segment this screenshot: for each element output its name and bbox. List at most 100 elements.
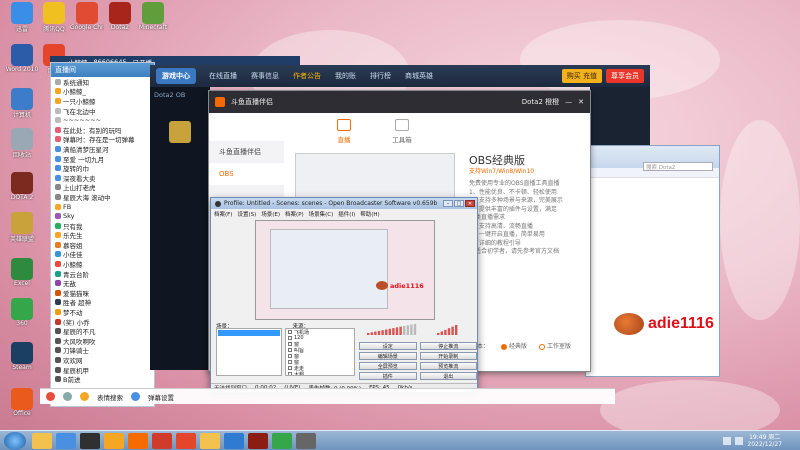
chat-list-item[interactable]: ~~~~~~~ (51, 115, 154, 125)
clock[interactable]: 19:49 周二 2022/12/27 (747, 434, 782, 448)
obs-menu-item[interactable]: 档案(P) (285, 210, 304, 218)
sources-list[interactable]: 飞机场 120 窗叫旨窗窗走走 大帽 (285, 328, 355, 376)
chat-list-item[interactable]: FB (51, 202, 154, 212)
vip-button[interactable]: 尊享会员 (606, 69, 644, 83)
chat-list-item[interactable]: 星辰的不凡 (51, 326, 154, 336)
source-checkbox[interactable] (288, 360, 292, 364)
radio-option-classic[interactable]: 经典版 (501, 341, 527, 350)
game-nav-item[interactable]: 排行榜 (363, 71, 398, 81)
chat-list-item[interactable]: 小鲸鲸 (51, 259, 154, 269)
obs-menu-item[interactable]: 场景(E) (261, 210, 280, 218)
chat-list-item[interactable]: 至爱 一切九月 (51, 154, 154, 163)
desktop-icon[interactable]: 英雄联盟 (5, 212, 39, 243)
chat-list-item[interactable]: 飞在北边中 (51, 106, 154, 115)
chat-list-item[interactable]: 胜者 超神 (51, 298, 154, 307)
obs-button[interactable]: 全屏预览 (359, 362, 417, 370)
chrome-icon[interactable] (56, 432, 76, 449)
desktop-icon[interactable]: Google Chrome (70, 2, 104, 31)
chat-list-item[interactable]: 刀锋骑士 (51, 346, 154, 355)
obs-menu-item[interactable]: 设置(S) (237, 210, 256, 218)
chat-list-item[interactable]: 星辰机甲 (51, 365, 154, 374)
chat-list-item[interactable]: 乐先生 (51, 231, 154, 240)
tab-toolbox[interactable]: 工具箱 (387, 113, 417, 153)
chat-list-item[interactable]: 在此处：有别的玩吗 (51, 125, 154, 135)
chat-list-item[interactable]: 大风吹啊吹 (51, 336, 154, 346)
chat-list-item[interactable]: 欢欢网 (51, 355, 154, 365)
app-icon[interactable] (296, 432, 316, 449)
chat-list-item[interactable]: 星辰大海 滚动中 (51, 192, 154, 202)
explorer-icon[interactable] (32, 432, 52, 449)
obs-button[interactable]: 预览推流 (419, 362, 477, 370)
emoji-icon[interactable] (80, 392, 89, 401)
chat-list-item[interactable]: (奖) 小乔 (51, 317, 154, 326)
game-nav-item[interactable]: 商城英雄 (398, 71, 440, 81)
chat-list-item[interactable]: 系统通知 (51, 77, 154, 87)
folder-icon[interactable] (200, 432, 220, 449)
network-icon[interactable] (723, 436, 732, 445)
tab-live[interactable]: 直播 (329, 113, 359, 153)
desktop-icon[interactable]: Excel (5, 258, 39, 287)
obs-button[interactable]: 停止推流 (419, 342, 477, 350)
chat-list-item[interactable]: 旋转的巾 (51, 163, 154, 173)
chatbar-item[interactable]: 表情搜索 (97, 392, 123, 402)
volume-meters[interactable] (359, 322, 477, 336)
volume-icon[interactable] (735, 436, 744, 445)
chat-list-item[interactable]: Sky (51, 211, 154, 221)
desktop-icon[interactable]: Word 2010 (5, 44, 39, 73)
chat-list-item[interactable]: 慕容姐 (51, 240, 154, 250)
obs-button[interactable]: 编辑场景 (359, 352, 417, 360)
chat-list-item[interactable]: 深夜看大卖 (51, 173, 154, 183)
obs-icon[interactable] (80, 432, 100, 449)
minimize-icon[interactable]: — (565, 98, 572, 106)
game-icon[interactable] (152, 432, 172, 449)
obs-button[interactable]: 开始录制 (419, 352, 477, 360)
gift-icon[interactable] (131, 392, 140, 401)
desktop-icon[interactable]: 计算机 (5, 88, 39, 119)
recharge-button[interactable]: 购买 充值 (561, 69, 602, 83)
source-checkbox[interactable] (288, 354, 292, 358)
desktop-icon[interactable]: Minecraft (136, 2, 170, 31)
game-nav-item[interactable]: 赛事信息 (244, 71, 286, 81)
desktop-icon[interactable]: 回收站 (5, 128, 39, 159)
desktop-icon[interactable]: 腾讯QQ (37, 2, 71, 33)
source-checkbox[interactable] (288, 342, 292, 346)
source-item[interactable]: 大帽 (286, 371, 354, 375)
sidebar-item-douyu[interactable]: 斗鱼直播伴侣 (209, 141, 284, 163)
netease-icon[interactable] (176, 432, 196, 449)
obs-menu-item[interactable]: 场景集(C) (309, 210, 334, 218)
douyu-user[interactable]: Dota2 橙橙 (522, 97, 559, 107)
obs-menu-item[interactable]: 档案(F) (214, 210, 232, 218)
chat-list-item[interactable]: 青云台阶 (51, 269, 154, 278)
chat-list-item[interactable]: 小佳佳 (51, 250, 154, 259)
minimize-icon[interactable]: – (443, 200, 453, 207)
chat-list-item[interactable]: 梦不动 (51, 307, 154, 317)
ie-icon[interactable] (224, 432, 244, 449)
obs-button[interactable]: 插件 (359, 372, 417, 380)
scene-item-selected[interactable] (218, 330, 280, 336)
source-checkbox[interactable] (288, 330, 292, 334)
chat-list-item[interactable]: 弹幕时：存在是一切弹幕 (51, 135, 154, 144)
dota2-icon[interactable] (248, 432, 268, 449)
close-icon[interactable]: ✕ (578, 98, 584, 106)
game-logo[interactable]: 游戏中心 (156, 68, 196, 84)
game-nav-item[interactable]: 作者公告 (286, 71, 328, 81)
chat-list-item[interactable]: 小鲸鲸_ (51, 87, 154, 96)
game-nav-item[interactable]: 我的账 (328, 71, 363, 81)
mic-icon[interactable] (63, 392, 72, 401)
desktop-icon[interactable]: 迅雷 (5, 2, 39, 33)
close-icon[interactable]: ✕ (465, 200, 475, 207)
chatbar-item[interactable]: 弹幕设置 (148, 392, 174, 402)
radio-option-studio[interactable]: 工作室版 (539, 341, 571, 350)
sidebar-item-obs[interactable]: OBS (209, 163, 284, 185)
obs-button[interactable]: 设定 (359, 342, 417, 350)
chat-list-item[interactable]: 满船清梦压星河 (51, 144, 154, 154)
game-nav-item[interactable]: 在线直播 (202, 71, 244, 81)
desktop-icon[interactable]: Steam (5, 342, 39, 371)
desktop-icon[interactable]: Dota2 (103, 2, 137, 31)
source-checkbox[interactable] (288, 372, 292, 375)
chat-list-item[interactable]: 一只小鲸鲸 (51, 96, 154, 106)
desktop-icon[interactable]: Office (5, 388, 39, 417)
desktop-icon[interactable]: DOTA 2 (5, 172, 39, 201)
chat-list-item[interactable]: 只有我 (51, 221, 154, 231)
chat-list-item[interactable]: 爱猫猫咪 (51, 288, 154, 298)
